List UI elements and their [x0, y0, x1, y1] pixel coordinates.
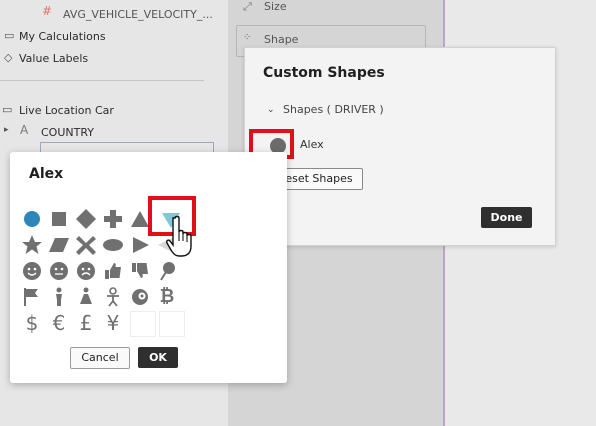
shape-picker-popup: Alex ₿ $ € £ ¥ Cancel OK	[10, 152, 287, 383]
done-button[interactable]: Done	[481, 207, 532, 228]
shape-label[interactable]: Shape	[264, 33, 298, 46]
bitcoin-shape-option[interactable]: ₿	[154, 284, 180, 310]
pound-shape-option[interactable]: £	[73, 310, 99, 336]
shape-grid-icon: ⁘	[243, 32, 252, 43]
yen-shape-option[interactable]: ¥	[100, 310, 126, 336]
reset-shapes-button[interactable]: eset Shapes	[275, 168, 363, 190]
star-shape-option[interactable]	[19, 232, 45, 258]
selected-field-row[interactable]	[40, 142, 214, 152]
diamond-shape-option[interactable]	[73, 206, 99, 232]
empty-shape-slot[interactable]	[159, 311, 185, 337]
sad-face-shape-option[interactable]	[73, 258, 99, 284]
label-icon: ◇	[4, 51, 13, 64]
chevron-down-icon[interactable]: ⌄	[267, 105, 275, 115]
hand-pointer-icon	[166, 214, 198, 262]
ok-button[interactable]: OK	[138, 347, 178, 368]
value-labels[interactable]: Value Labels	[19, 52, 88, 65]
field-avg-velocity[interactable]: AVG_VEHICLE_VELOCITY_...	[63, 8, 213, 21]
size-label[interactable]: Size	[264, 0, 287, 13]
expand-icon[interactable]: ▸	[4, 125, 9, 135]
size-icon: ⤢	[243, 0, 252, 13]
dialog-title: Custom Shapes	[263, 65, 385, 81]
x-shape-option[interactable]	[73, 232, 99, 258]
dollar-shape-option[interactable]: $	[19, 310, 45, 336]
flag-shape-option[interactable]	[19, 284, 45, 310]
target-badge-shape-option[interactable]	[127, 284, 153, 310]
euro-shape-option[interactable]: €	[46, 310, 72, 336]
my-calculations[interactable]: My Calculations	[19, 30, 106, 43]
ellipse-shape-option[interactable]	[100, 232, 126, 258]
calculations-icon: ▭	[4, 29, 15, 42]
person-dress-shape-option[interactable]	[73, 284, 99, 310]
empty-shape-slot[interactable]	[130, 311, 156, 337]
shapes-section-header[interactable]: Shapes ( DRIVER )	[283, 103, 384, 116]
picker-title: Alex	[29, 166, 64, 182]
cancel-button[interactable]: Cancel	[70, 347, 130, 369]
parallelogram-shape-option[interactable]	[46, 232, 72, 258]
data-source-name[interactable]: Live Location Car	[19, 104, 114, 117]
circle-shape-option[interactable]	[19, 206, 45, 232]
database-icon: ▭	[2, 103, 13, 116]
thumbs-down-shape-option[interactable]	[127, 258, 153, 284]
shape-row-label: Alex	[300, 138, 324, 151]
measure-icon: #	[42, 4, 53, 18]
divider	[0, 80, 204, 81]
person-shape-option[interactable]	[46, 284, 72, 310]
smiley-shape-option[interactable]	[19, 258, 45, 284]
field-country[interactable]: COUNTRY	[41, 126, 94, 139]
attribute-icon: A	[20, 123, 29, 137]
plus-shape-option[interactable]	[100, 206, 126, 232]
thumbs-up-shape-option[interactable]	[100, 258, 126, 284]
square-shape-option[interactable]	[46, 206, 72, 232]
baby-shape-option[interactable]	[100, 284, 126, 310]
neutral-face-shape-option[interactable]	[46, 258, 72, 284]
